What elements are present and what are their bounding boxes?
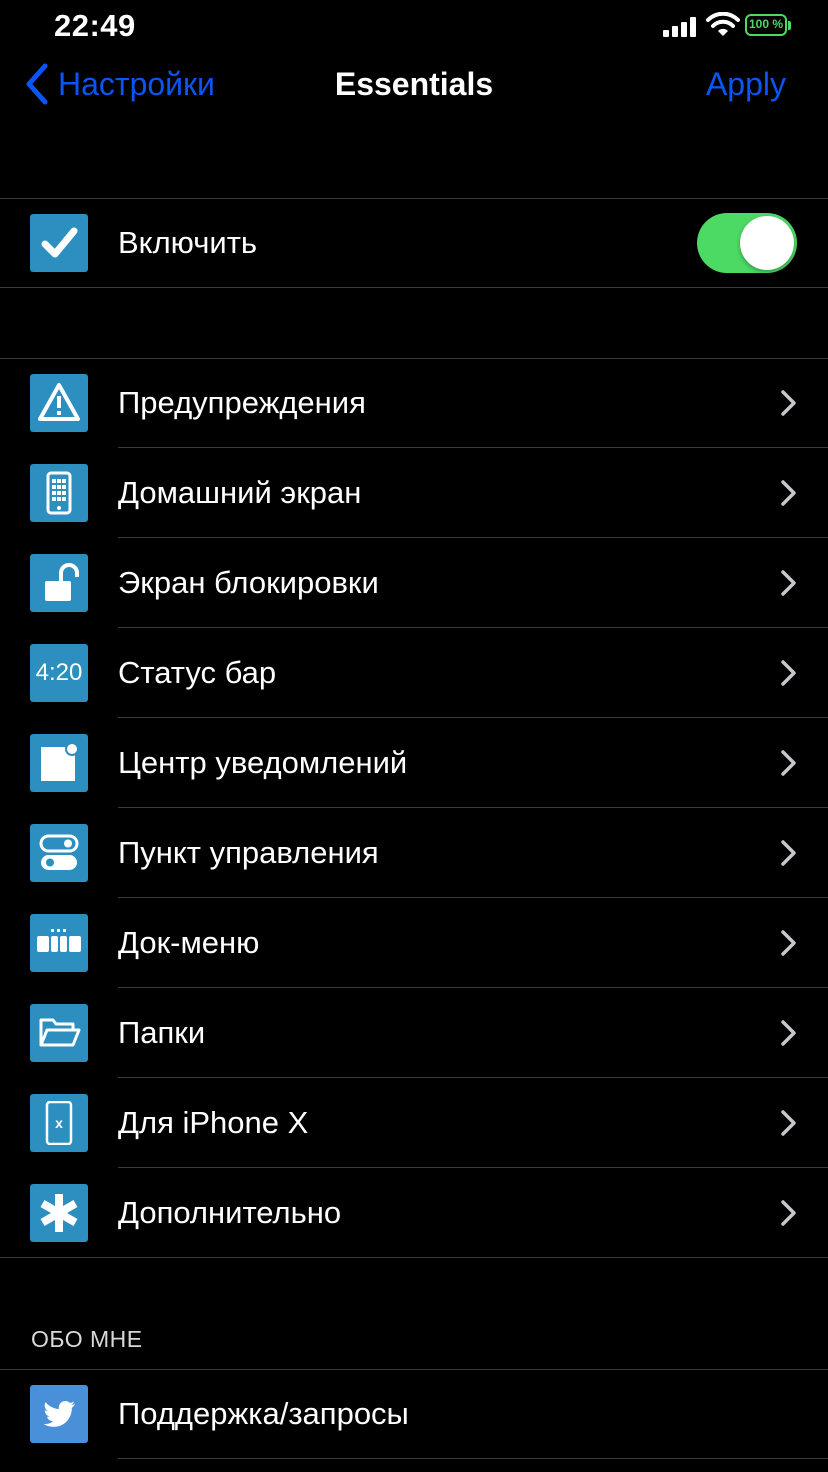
enable-row: Включить	[0, 198, 828, 288]
page-title: Essentials	[334, 66, 494, 102]
chevron-right-icon	[781, 660, 796, 686]
divider	[0, 1257, 828, 1258]
menu-item-label: Домашний экран	[118, 475, 362, 510]
navigation-bar: Настройки Essentials Apply	[0, 52, 828, 118]
notification-icon	[30, 734, 88, 792]
menu-item-label: Статус бар	[118, 655, 277, 690]
menu-item-label: Дополнительно	[118, 1195, 342, 1230]
menu-item-label: Поддержка/запросы	[118, 1396, 409, 1431]
phone-grid-icon	[30, 464, 88, 522]
menu-item-advanced[interactable]: Дополнительно	[0, 1168, 828, 1258]
menu-item-status-bar[interactable]: 4:20 Статус бар	[0, 628, 828, 718]
time-icon-text: 4:20	[35, 659, 83, 686]
menu-item-support[interactable]: Поддержка/запросы	[0, 1369, 828, 1459]
menu-item-dock[interactable]: Док-меню	[0, 898, 828, 988]
asterisk-icon	[30, 1184, 88, 1242]
menu-item-label: Центр уведомлений	[118, 745, 408, 780]
enable-toggle[interactable]	[697, 213, 797, 273]
time-icon: 4:20	[30, 644, 88, 702]
chevron-right-icon	[781, 570, 796, 596]
battery-icon: 100 %	[745, 14, 791, 38]
chevron-right-icon	[781, 750, 796, 776]
cellular-signal-icon	[663, 17, 696, 37]
chevron-right-icon	[781, 390, 796, 416]
chevron-right-icon	[781, 930, 796, 956]
chevron-right-icon	[781, 480, 796, 506]
menu-item-label: Пункт управления	[118, 835, 379, 870]
unlock-icon	[30, 554, 88, 612]
wifi-icon	[706, 12, 740, 36]
dock-icon	[30, 914, 88, 972]
menu-item-label: Экран блокировки	[118, 565, 379, 600]
menu-item-iphone-x[interactable]: x Для iPhone X	[0, 1078, 828, 1168]
warning-icon	[30, 374, 88, 432]
menu-item-folders[interactable]: Папки	[0, 988, 828, 1078]
folder-icon	[30, 1004, 88, 1062]
chevron-right-icon	[781, 1200, 796, 1226]
status-bar: 22:49 100 %	[0, 0, 828, 52]
twitter-icon	[30, 1385, 88, 1443]
menu-item-control-center[interactable]: Пункт управления	[0, 808, 828, 898]
enable-label: Включить	[118, 225, 258, 260]
menu-item-warnings[interactable]: Предупреждения	[0, 358, 828, 448]
iphone-x-icon-text: x	[55, 1115, 63, 1131]
divider	[0, 287, 828, 288]
menu-item-label: Для iPhone X	[118, 1105, 309, 1140]
checkbox-icon	[30, 214, 88, 272]
menu-item-label: Предупреждения	[118, 385, 366, 420]
menu-item-label: Папки	[118, 1015, 206, 1050]
menu-item-lock-screen[interactable]: Экран блокировки	[0, 538, 828, 628]
chevron-right-icon	[781, 1110, 796, 1136]
status-time: 22:49	[54, 8, 136, 43]
chevron-right-icon	[781, 840, 796, 866]
menu-item-label: Док-меню	[118, 925, 260, 960]
iphone-x-icon: x	[30, 1094, 88, 1152]
menu-item-notification-center[interactable]: Центр уведомлений	[0, 718, 828, 808]
divider	[118, 1458, 828, 1459]
battery-percent: 100 %	[748, 17, 784, 31]
toggles-icon	[30, 824, 88, 882]
section-header-about: ОБО МНЕ	[31, 1326, 143, 1352]
apply-button[interactable]: Apply	[706, 66, 786, 103]
chevron-right-icon	[781, 1020, 796, 1046]
menu-item-home-screen[interactable]: Домашний экран	[0, 448, 828, 538]
